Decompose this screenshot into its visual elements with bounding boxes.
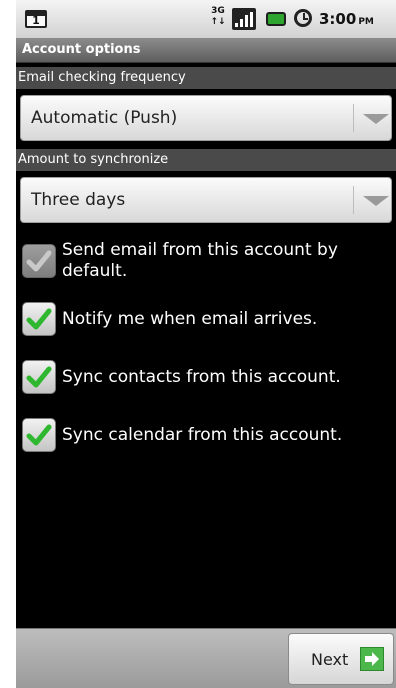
sync-amount-spinner[interactable]: Three days — [20, 177, 392, 223]
chevron-down-icon — [363, 114, 389, 124]
clock-ampm: PM — [358, 17, 374, 27]
phone-screen: 1 3G ↑↓ 3:00 PM Account options Email che… — [16, 0, 396, 688]
spinner-divider — [353, 104, 354, 132]
3g-icon: 3G ↑↓ — [208, 6, 228, 30]
arrow-right-icon — [360, 647, 384, 671]
sync-calendar-checkbox[interactable] — [22, 418, 56, 452]
send-from-account-checkbox[interactable] — [22, 244, 56, 278]
email-frequency-label: Email checking frequency — [16, 67, 396, 89]
notify-email-checkbox[interactable] — [22, 302, 56, 336]
next-button-label: Next — [311, 650, 349, 669]
email-frequency-value: Automatic (Push) — [31, 108, 178, 128]
clock: 3:00 PM — [319, 10, 374, 28]
sync-contacts-checkbox[interactable] — [22, 360, 56, 394]
title-bar: Account options — [16, 38, 396, 63]
email-frequency-spinner[interactable]: Automatic (Push) — [20, 95, 392, 141]
network-type-label: 3G — [211, 6, 225, 16]
notification-count: 1 — [32, 14, 40, 27]
checkmark-icon — [26, 366, 52, 388]
checkmark-icon — [26, 424, 52, 446]
battery-icon — [266, 12, 286, 26]
next-button[interactable]: Next — [288, 633, 394, 685]
send-from-account-label: Send email from this account by default. — [62, 240, 338, 281]
sync-contacts-label: Sync contacts from this account. — [62, 367, 341, 387]
sync-amount-label: Amount to synchronize — [16, 149, 396, 171]
checkmark-icon — [26, 308, 52, 330]
notification-icon[interactable]: 1 — [25, 10, 47, 28]
alarm-icon — [294, 9, 312, 27]
sync-calendar-label: Sync calendar from this account. — [62, 425, 343, 445]
bottom-bar: Next — [16, 628, 396, 688]
signal-icon — [232, 8, 256, 30]
checkmark-icon — [26, 250, 52, 272]
sync-amount-value: Three days — [31, 190, 126, 210]
spinner-divider — [353, 186, 354, 214]
clock-time: 3:00 — [319, 10, 357, 28]
network-activity-label: ↑↓ — [210, 17, 226, 27]
chevron-down-icon — [363, 196, 389, 206]
notify-email-label: Notify me when email arrives. — [62, 309, 318, 329]
status-bar: 1 3G ↑↓ 3:00 PM — [16, 0, 396, 39]
page-title: Account options — [22, 42, 141, 57]
